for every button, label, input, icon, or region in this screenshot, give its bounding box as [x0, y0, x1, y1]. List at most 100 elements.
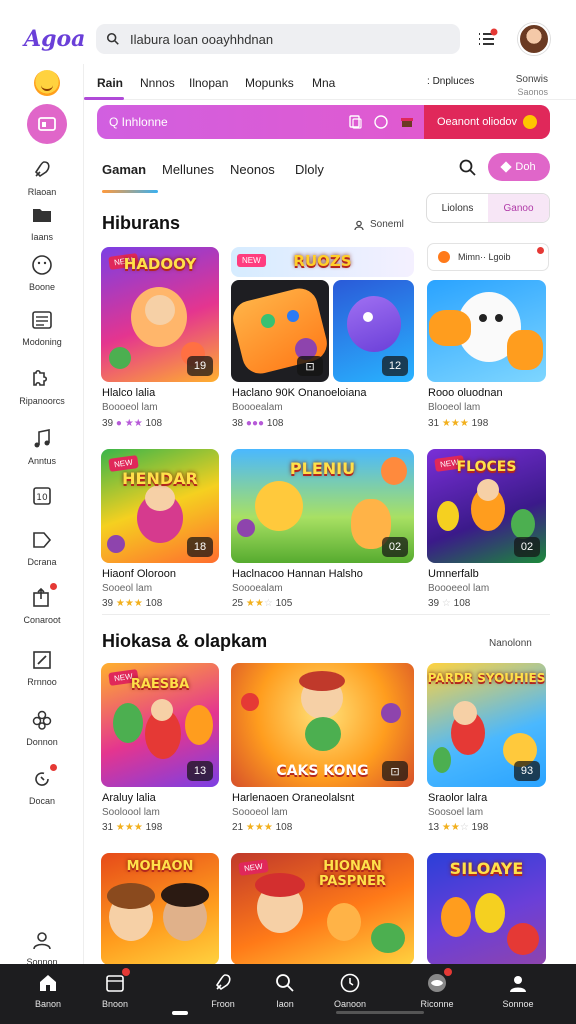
- bottom-nav-item-riconne[interactable]: Riconne: [405, 968, 469, 1009]
- promo-query: Q Inhlonne: [109, 115, 168, 129]
- segment-option-liolons[interactable]: Liolons: [427, 194, 488, 222]
- sidebar-item-label: Conaroot: [23, 615, 61, 625]
- game-title: Araluy lalia: [102, 792, 156, 804]
- search-icon[interactable]: [458, 158, 478, 178]
- sidebar-item-label: Docan: [28, 796, 55, 806]
- category-nnnos[interactable]: Nnnos: [140, 76, 175, 90]
- segment-option-ganoo[interactable]: Ganoo: [488, 194, 549, 222]
- thumb-title: HENDAR: [122, 469, 198, 488]
- share-icon: [30, 583, 57, 610]
- rating-value: 38: [232, 418, 244, 429]
- sidebar-item-rlaoan[interactable]: Rlaoan: [0, 158, 84, 197]
- star-rating: ★★★: [245, 822, 273, 833]
- sidebar-item-active[interactable]: [27, 104, 67, 144]
- diamond-icon: [500, 161, 513, 173]
- game-thumbnail: NEW HIONAN PASPNER: [231, 853, 414, 965]
- tab-dloly[interactable]: Dloly: [295, 162, 324, 177]
- game-title: Umnerfalb: [428, 568, 479, 580]
- bottom-nav-label: Oanoon: [333, 999, 367, 1009]
- bottom-nav-item-bnoon[interactable]: Bnoon: [83, 968, 147, 1009]
- sidebar-item-rrnnoo[interactable]: Rrnnoo: [0, 648, 84, 687]
- profile-icon: [510, 976, 526, 992]
- sidebar-item-label: Dcrana: [27, 557, 57, 567]
- game-thumbnail: NEW RAESBA 13: [101, 663, 219, 787]
- game-title: Hlalco lalia: [102, 387, 156, 399]
- smiley-emoji-icon[interactable]: [34, 70, 60, 96]
- game-subtitle: Boooealam: [232, 402, 283, 413]
- game-rating: 31 ★★★ 198: [102, 822, 162, 833]
- sidebar-item-iaans[interactable]: Iaans: [0, 203, 84, 242]
- bottom-nav-item-banon[interactable]: Banon: [16, 972, 80, 1009]
- sidebar-item-anntus[interactable]: Anntus: [0, 427, 84, 466]
- tab-mellunes[interactable]: Mellunes: [162, 162, 214, 177]
- sidebar-item-boone[interactable]: Boone: [0, 253, 84, 292]
- sidebar-item-dcrana[interactable]: Dcrana: [0, 528, 84, 567]
- notice-chip[interactable]: Mimn·· Lgoib: [427, 243, 549, 271]
- sidebar-item-conaroot[interactable]: Conaroot: [0, 583, 84, 625]
- bottom-nav-item-oanoon[interactable]: Oanoon: [318, 972, 382, 1009]
- sidebar-item-media[interactable]: 10: [0, 484, 84, 508]
- bottom-nav-item-froon[interactable]: Froon: [191, 972, 255, 1009]
- sidebar-item-docan[interactable]: Docan: [0, 764, 84, 806]
- star-rating: ★★★: [115, 822, 143, 833]
- sidebar-item-label: Anntus: [27, 456, 57, 466]
- category-right-block[interactable]: Sonwis Saonos: [516, 74, 548, 98]
- left-sidebar: [0, 64, 84, 964]
- bottom-nav-label: Bnoon: [101, 999, 129, 1009]
- thumb-title: RAESBA: [130, 677, 190, 692]
- sidebar-item-label: Rrnnoo: [27, 677, 57, 687]
- bottom-nav-item-sonnoe[interactable]: Sonnoe: [486, 972, 550, 1009]
- category-mna[interactable]: Mna: [312, 76, 335, 90]
- promo-search-bar[interactable]: Q Inhlonne Oeanont oliodov: [97, 105, 550, 139]
- tab-neonos[interactable]: Neonos: [230, 162, 275, 177]
- category-right-title: Sonwis: [515, 74, 548, 85]
- sidebar-item-donnon[interactable]: Donnon: [0, 708, 84, 747]
- game-title: Sraolor lalra: [428, 792, 488, 804]
- tab-filter-pill[interactable]: Doh: [488, 153, 550, 181]
- app-logo[interactable]: Agoa: [24, 26, 96, 52]
- game-title: Haclnacoo Hannan Halsho: [232, 568, 363, 580]
- sidebar-item-sonnon[interactable]: Sonnon: [0, 928, 84, 967]
- game-subtitle: Soooealam: [232, 583, 283, 594]
- category-ilnopan[interactable]: Ilnopan: [189, 76, 228, 90]
- rating-value: 39: [102, 418, 114, 429]
- user-avatar[interactable]: [518, 23, 550, 55]
- category-dnpluces[interactable]: : Dnpluces: [427, 76, 474, 87]
- player-count: ⊡: [297, 356, 323, 376]
- rating-value: 31: [428, 418, 440, 429]
- game-rating: 39 ★★★ 108: [102, 598, 162, 609]
- sidebar-item-label: Rlaoan: [27, 187, 57, 197]
- player-count: ⊡: [382, 761, 408, 781]
- game-subtitle: Blooeol lam: [428, 402, 481, 413]
- section-see-all-link[interactable]: Soneml: [354, 219, 404, 230]
- promo-cta-label: Oeanont oliodov: [436, 116, 518, 128]
- gift-icon[interactable]: [398, 113, 416, 131]
- bottom-nav-label: Iaon: [276, 999, 294, 1009]
- game-thumbnail: 12: [333, 280, 414, 382]
- bottom-nav-item-iaon[interactable]: Iaon: [253, 972, 317, 1009]
- sidebar-item-ripanoorcs[interactable]: Ripanoorcs: [0, 367, 84, 406]
- copy-icon[interactable]: [346, 113, 364, 131]
- promo-cta-button[interactable]: Oeanont oliodov: [424, 105, 550, 139]
- category-rain[interactable]: Rain: [97, 76, 123, 90]
- sidebar-item-label: Modoning: [22, 337, 62, 347]
- category-active-indicator: [84, 97, 124, 100]
- section-see-all-link[interactable]: Nanolonn: [489, 638, 532, 649]
- tab-gaman[interactable]: Gaman: [102, 162, 146, 177]
- category-dnpluces-label: Dnpluces: [432, 76, 475, 87]
- tab-active-indicator: [102, 190, 158, 193]
- game-rating: 39 ● ★★ 108: [102, 418, 162, 429]
- search-bar[interactable]: Ilabura loan ooayhhdnan: [96, 24, 460, 54]
- category-mopunks[interactable]: Mopunks: [245, 76, 294, 90]
- rating-extra: 108: [145, 418, 163, 429]
- user-icon: [354, 220, 364, 230]
- star-rating: ★★★: [115, 598, 143, 609]
- game-rating: 25 ★★☆ 105: [232, 598, 293, 609]
- game-title: Rooo oluodnan: [428, 387, 503, 399]
- sidebar-item-modoning[interactable]: Modoning: [0, 308, 84, 347]
- chat-icon[interactable]: [372, 113, 390, 131]
- fire-icon: [438, 251, 450, 263]
- menu-notification-icon[interactable]: [476, 28, 498, 50]
- section-link-label: Soneml: [370, 219, 404, 230]
- sidebar-item-label: Donnon: [26, 737, 58, 747]
